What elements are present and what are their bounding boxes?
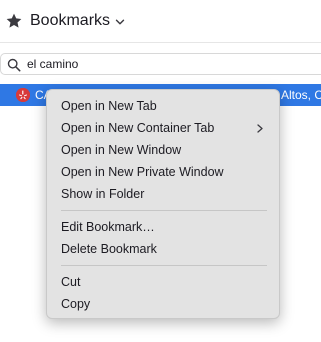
menu-divider xyxy=(61,210,267,211)
menu-item-delete-bookmark[interactable]: Delete Bookmark xyxy=(51,238,275,260)
bookmark-context-menu: Open in New Tab Open in New Container Ta… xyxy=(46,89,280,319)
search-icon xyxy=(7,58,21,72)
bookmarks-panel: Bookmarks el camino CA Altos, C Open in … xyxy=(0,0,321,342)
star-icon xyxy=(6,13,22,28)
menu-divider xyxy=(61,265,267,266)
menu-item-label: Show in Folder xyxy=(61,187,145,201)
yelp-favicon-icon xyxy=(16,88,30,102)
chevron-down-icon xyxy=(115,19,125,25)
menu-item-label: Cut xyxy=(61,275,81,289)
search-value: el camino xyxy=(27,57,79,71)
menu-item-open-new-window[interactable]: Open in New Window xyxy=(51,139,275,161)
menu-item-open-new-container-tab[interactable]: Open in New Container Tab xyxy=(51,117,275,139)
menu-item-label: Open in New Private Window xyxy=(61,165,224,179)
header-divider xyxy=(0,42,321,43)
menu-item-open-new-tab[interactable]: Open in New Tab xyxy=(51,95,275,117)
panel-title: Bookmarks xyxy=(30,12,111,29)
panel-header: Bookmarks xyxy=(0,0,321,42)
menu-item-edit-bookmark[interactable]: Edit Bookmark… xyxy=(51,216,275,238)
menu-item-label: Open in New Window xyxy=(61,143,182,157)
search-input[interactable]: el camino xyxy=(0,53,321,75)
bookmark-location: Altos, C xyxy=(281,88,321,102)
menu-item-show-in-folder[interactable]: Show in Folder xyxy=(51,183,275,205)
menu-item-label: Delete Bookmark xyxy=(61,242,157,256)
chevron-right-icon xyxy=(257,124,263,133)
menu-item-label: Open in New Tab xyxy=(61,99,157,113)
menu-item-label: Edit Bookmark… xyxy=(61,220,155,234)
menu-item-open-new-private-window[interactable]: Open in New Private Window xyxy=(51,161,275,183)
menu-item-label: Copy xyxy=(61,297,91,311)
menu-item-label: Open in New Container Tab xyxy=(61,121,215,135)
menu-item-copy[interactable]: Copy xyxy=(51,293,275,315)
panel-title-dropdown[interactable]: Bookmarks xyxy=(30,10,125,32)
menu-item-cut[interactable]: Cut xyxy=(51,271,275,293)
